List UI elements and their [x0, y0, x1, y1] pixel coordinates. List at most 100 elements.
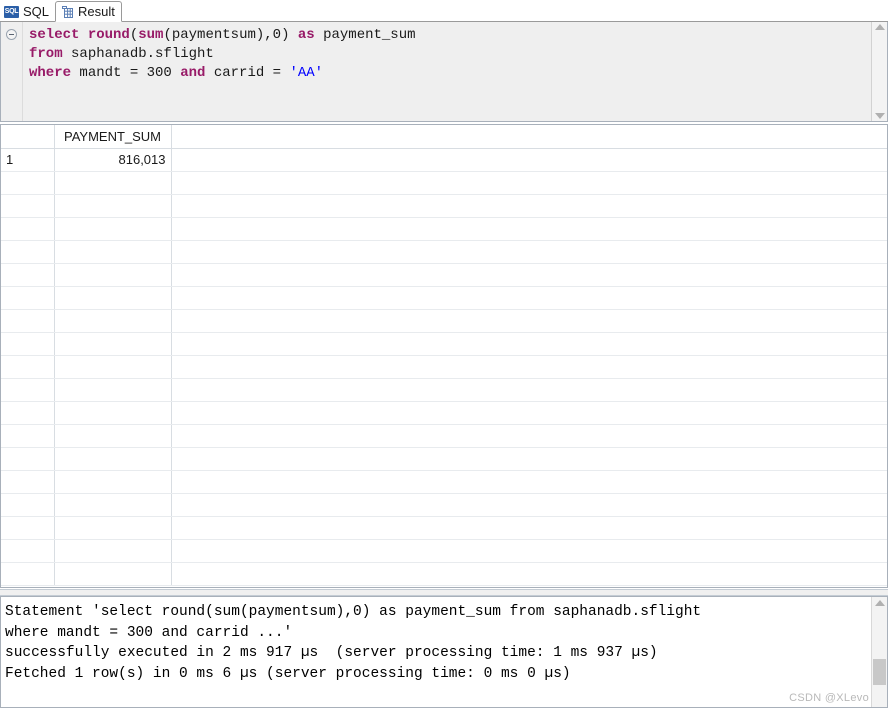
empty-cell[interactable]: [54, 240, 172, 264]
console-scroll-up-arrow-icon[interactable]: [875, 600, 885, 606]
empty-cell[interactable]: [54, 309, 172, 333]
table-row-empty[interactable]: [1, 516, 887, 540]
column-header-payment-sum[interactable]: PAYMENT_SUM: [54, 125, 172, 149]
empty-cell[interactable]: [54, 194, 172, 218]
empty-cell[interactable]: [54, 562, 172, 586]
empty-cell[interactable]: [171, 309, 887, 333]
empty-cell[interactable]: [1, 263, 55, 287]
empty-cell[interactable]: [171, 447, 887, 471]
empty-cell[interactable]: [1, 171, 55, 195]
empty-cell[interactable]: [1, 309, 55, 333]
empty-cell[interactable]: [171, 194, 887, 218]
empty-cell[interactable]: [171, 401, 887, 425]
empty-cell[interactable]: [1, 516, 55, 540]
editor-vertical-scrollbar[interactable]: [871, 22, 887, 121]
empty-cell[interactable]: [171, 424, 887, 448]
row-number-cell[interactable]: 1: [1, 148, 55, 172]
sql-token: select: [29, 27, 88, 43]
empty-cell[interactable]: [171, 493, 887, 517]
tab-sql[interactable]: SQL SQL: [0, 1, 55, 22]
table-row-empty[interactable]: [1, 355, 887, 379]
empty-cell[interactable]: [54, 355, 172, 379]
empty-cell[interactable]: [1, 355, 55, 379]
empty-cell[interactable]: [54, 401, 172, 425]
empty-cell[interactable]: [171, 562, 887, 586]
rownum-header[interactable]: [1, 125, 55, 149]
empty-cell[interactable]: [1, 470, 55, 494]
empty-cell[interactable]: [54, 539, 172, 563]
empty-cell[interactable]: [1, 562, 55, 586]
sql-editor-panel[interactable]: select round(sum(paymentsum),0) as payme…: [0, 22, 888, 122]
empty-cell[interactable]: [171, 378, 887, 402]
empty-cell[interactable]: [171, 470, 887, 494]
table-row-empty[interactable]: [1, 562, 887, 586]
console-panel[interactable]: Statement 'select round(sum(paymentsum),…: [0, 596, 888, 708]
empty-cell[interactable]: [171, 240, 887, 264]
empty-cell[interactable]: [54, 332, 172, 356]
table-row-empty[interactable]: [1, 424, 887, 448]
empty-cell[interactable]: [54, 378, 172, 402]
sql-token: payment_sum: [323, 27, 416, 43]
panel-splitter[interactable]: [0, 589, 888, 596]
empty-cell[interactable]: [54, 263, 172, 287]
empty-cell[interactable]: [1, 539, 55, 563]
scroll-up-arrow-icon[interactable]: [874, 24, 885, 30]
console-line: Fetched 1 row(s) in 0 ms 6 µs (server pr…: [5, 665, 571, 682]
empty-cell[interactable]: [171, 217, 887, 241]
empty-cell[interactable]: [171, 171, 887, 195]
empty-cell[interactable]: [1, 424, 55, 448]
empty-cell[interactable]: [171, 332, 887, 356]
table-row-empty[interactable]: [1, 263, 887, 287]
empty-cell[interactable]: [1, 447, 55, 471]
table-row-empty[interactable]: [1, 309, 887, 333]
table-row-empty[interactable]: [1, 493, 887, 517]
table-row-empty[interactable]: [1, 171, 887, 195]
tab-result[interactable]: Result: [55, 1, 122, 22]
console-scrollbar-thumb[interactable]: [873, 659, 886, 685]
sql-token: sum: [138, 27, 164, 43]
sql-token: carrid =: [205, 65, 290, 81]
editor-gutter: [1, 22, 23, 121]
empty-cell[interactable]: [1, 332, 55, 356]
table-row-empty[interactable]: [1, 378, 887, 402]
empty-cell[interactable]: [54, 470, 172, 494]
empty-cell[interactable]: [1, 194, 55, 218]
table-row-empty[interactable]: [1, 447, 887, 471]
empty-cell[interactable]: [171, 263, 887, 287]
empty-cell[interactable]: [1, 240, 55, 264]
table-cell-payment-sum[interactable]: 816,013: [54, 148, 172, 172]
empty-cell[interactable]: [54, 493, 172, 517]
sql-code-text[interactable]: select round(sum(paymentsum),0) as payme…: [23, 22, 871, 121]
table-row-empty[interactable]: [1, 217, 887, 241]
empty-cell[interactable]: [54, 217, 172, 241]
empty-cell[interactable]: [171, 286, 887, 310]
empty-cell[interactable]: [1, 217, 55, 241]
table-row-empty[interactable]: [1, 539, 887, 563]
tab-sql-label: SQL: [23, 4, 50, 19]
table-row[interactable]: 1 816,013: [1, 148, 887, 172]
table-row-empty[interactable]: [1, 470, 887, 494]
console-vertical-scrollbar[interactable]: [871, 597, 887, 707]
empty-cell[interactable]: [171, 516, 887, 540]
sql-token: round: [87, 27, 130, 43]
empty-cell[interactable]: [1, 378, 55, 402]
empty-cell[interactable]: [1, 493, 55, 517]
empty-cell[interactable]: [54, 424, 172, 448]
empty-cell[interactable]: [1, 286, 55, 310]
result-grid-panel[interactable]: PAYMENT_SUM 1 816,013: [0, 124, 888, 588]
table-row-empty[interactable]: [1, 332, 887, 356]
scroll-down-arrow-icon[interactable]: [874, 113, 885, 119]
table-row-empty[interactable]: [1, 286, 887, 310]
table-row-empty[interactable]: [1, 240, 887, 264]
empty-cell[interactable]: [171, 539, 887, 563]
empty-cell[interactable]: [1, 401, 55, 425]
empty-cell[interactable]: [54, 516, 172, 540]
empty-cell[interactable]: [171, 355, 887, 379]
empty-cell[interactable]: [54, 286, 172, 310]
sql-token: 'AA': [289, 65, 324, 81]
empty-cell[interactable]: [54, 447, 172, 471]
table-row-empty[interactable]: [1, 194, 887, 218]
empty-cell[interactable]: [54, 171, 172, 195]
code-fold-collapse-icon[interactable]: [6, 29, 17, 40]
table-row-empty[interactable]: [1, 401, 887, 425]
